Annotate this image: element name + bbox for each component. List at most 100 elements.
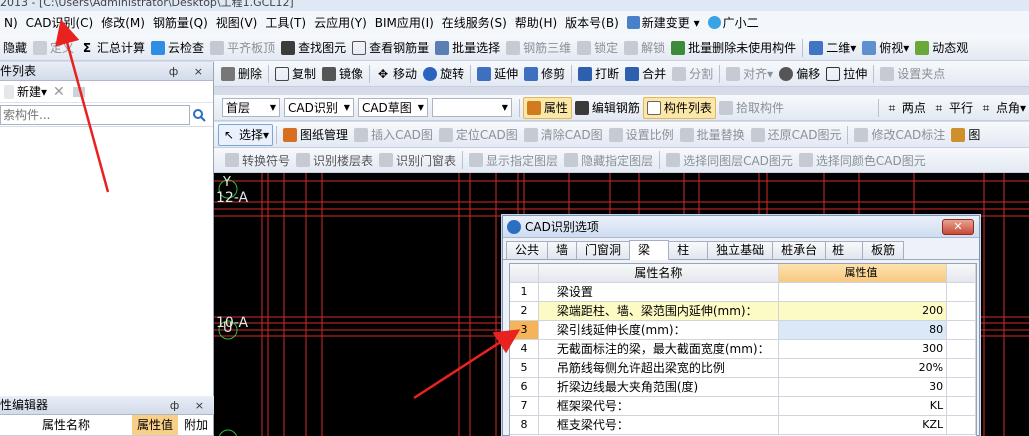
menu-item-view[interactable]: 视图(V) [212,13,262,33]
two-point-button[interactable]: ⌗ 两点 [882,97,929,119]
break-button[interactable]: 打断 [575,63,622,85]
menu-item-bim[interactable]: BIM应用(I) [371,13,438,33]
table-row[interactable]: 8 框支梁代号： KZL [510,416,976,435]
tab-pile-cap[interactable]: 桩承台 [772,241,827,259]
select-dropdown[interactable]: ↖ 选择 ▾ [218,123,274,146]
row-value[interactable]: 80 [778,321,948,339]
find-element-button[interactable]: 查找图元 [278,37,349,59]
unlock-button[interactable]: 解锁 [621,37,668,59]
menu-item-version[interactable]: 版本号(B) [561,13,623,33]
menu-item-new-change[interactable]: 新建变更 ▾ [623,13,704,33]
restore-cad-button[interactable]: 还原CAD图元 [748,124,845,146]
drawing-manage-button[interactable]: 图纸管理 [280,124,351,146]
set-grip-button[interactable]: 设置夹点 [877,63,948,85]
extend-button[interactable]: 延伸 [474,63,521,85]
recognize-floor-table-button[interactable]: 识别楼层表 [293,149,376,171]
top-view-dropdown[interactable]: 俯视 ▾ [859,37,912,59]
cloud-check-button[interactable]: 云检查 [148,37,207,59]
table-row[interactable]: 6 折梁边线最大夹角范围(度) 30 [510,378,976,397]
tab-column[interactable]: 柱 [668,241,709,259]
convert-symbol-button[interactable]: 转换符号 [222,149,293,171]
tab-beam[interactable]: 梁 [629,240,670,260]
table-row[interactable]: 2 梁端距柱、墙、梁范围内延伸(mm)： 200 [510,302,976,321]
sketch-select[interactable]: CAD草图 ▼ [357,98,428,117]
batch-replace-button[interactable]: 批量替换 [677,124,748,146]
table-row[interactable]: 3 梁引线延伸长度(mm)： 80 [510,321,976,340]
table-row[interactable]: 1 梁设置 [510,283,976,302]
table-row[interactable]: 7 框架梁代号： KL [510,397,976,416]
tab-slab-rebar[interactable]: 板筋 [862,241,905,259]
view-rebar-button[interactable]: 查看钢筋量 [349,37,432,59]
tab-wall[interactable]: 墙 [547,241,578,259]
point-angle-dropdown[interactable]: ⌗ 点角 ▾ [976,97,1029,119]
row-value[interactable]: KZL [779,416,948,434]
menu-item-modify[interactable]: 修改(M) [97,13,149,33]
menu-item-rebar-quantity[interactable]: 钢筋量(Q) [149,13,212,33]
menu-item-tools[interactable]: 工具(T) [261,13,310,33]
recognize-door-window-button[interactable]: 识别门窗表 [376,149,459,171]
row-value[interactable]: 20% [779,359,948,377]
component-list-button[interactable]: 构件列表 [642,96,716,119]
menu-item-online[interactable]: 在线服务(S) [438,13,511,33]
mirror-button[interactable]: 镜像 [319,63,366,85]
row-value[interactable]: 300 [779,340,948,358]
dynamic-view-button[interactable]: 动态观 [912,37,971,59]
edit-rebar-button[interactable]: 编辑钢筋 [572,97,643,119]
define-button[interactable]: 定义 [30,37,77,59]
set-scale-button[interactable]: 设置比例 [606,124,677,146]
close-icon[interactable]: ✕ [942,219,974,235]
row-value[interactable]: KL [779,397,948,415]
delete-button[interactable]: 删除 [218,63,265,85]
more-button[interactable]: 图 [948,124,983,146]
copy-component-icon[interactable] [72,86,85,97]
rotate-button[interactable]: 旋转 [420,63,467,85]
tab-pile[interactable]: 桩 [825,241,864,259]
tab-isolated-foundation[interactable]: 独立基础 [707,241,774,259]
tab-door-window[interactable]: 门窗洞 [576,241,631,259]
hide-button[interactable]: 隐藏 [0,37,30,59]
row-value[interactable]: 200 [778,302,948,320]
clear-cad-button[interactable]: 清除CAD图 [521,124,606,146]
rebar-3d-button[interactable]: 钢筋三维 [503,37,574,59]
panel-pin-close[interactable]: ф × [169,62,209,81]
copy-button[interactable]: 复制 [272,63,319,85]
menu-item-n[interactable]: N) [0,13,22,33]
table-row[interactable]: 4 无截面标注的梁，最大截面宽度(mm)： 300 [510,340,976,359]
split-button[interactable]: 分割 [669,63,716,85]
menu-item-help[interactable]: 帮助(H) [511,13,561,33]
trim-button[interactable]: 修剪 [521,63,568,85]
delete-component-icon[interactable]: ✕ [53,84,65,100]
level-slab-top-button[interactable]: 平齐板顶 [207,37,278,59]
menu-item-cloud[interactable]: 云应用(Y) [310,13,371,33]
move-button[interactable]: ✥ 移动 [373,63,420,85]
component-select[interactable]: ▼ [431,98,512,117]
locate-cad-button[interactable]: 定位CAD图 [436,124,521,146]
select-same-color-button[interactable]: 选择同颜色CAD图元 [796,149,929,171]
new-component-dropdown[interactable]: 新建 ▾ [4,81,47,103]
summary-calc-button[interactable]: Σ 汇总计算 [77,37,148,59]
merge-button[interactable]: 合并 [622,63,669,85]
property-editor-pin-close[interactable]: ф × [170,396,210,415]
align-dropdown[interactable]: 对齐 ▾ [723,63,776,85]
pick-component-button[interactable]: 拾取构件 [716,97,787,119]
properties-button[interactable]: 属性 [522,96,572,119]
component-search-input[interactable] [0,104,190,125]
table-row[interactable]: 5 吊筋线每侧允许超出梁宽的比例 20% [510,359,976,378]
parallel-button[interactable]: ⌗ 平行 [929,97,976,119]
stretch-button[interactable]: 拉伸 [823,63,870,85]
row-value[interactable]: 30 [779,378,948,396]
floor-select[interactable]: 首层 ▼ [222,98,280,117]
menu-item-cad-recognize[interactable]: CAD识别(C) [22,13,98,33]
menu-item-assistant[interactable]: 广小二 [704,13,763,33]
modify-cad-label-button[interactable]: 修改CAD标注 [851,124,948,146]
mode-select[interactable]: CAD识别 ▼ [283,98,354,117]
hide-layer-button[interactable]: 隐藏指定图层 [561,149,656,171]
tab-common[interactable]: 公共 [506,241,549,259]
batch-select-button[interactable]: 批量选择 [432,37,503,59]
show-layer-button[interactable]: 显示指定图层 [466,149,561,171]
batch-delete-unused-button[interactable]: 批量删除未使用构件 [668,37,799,59]
insert-cad-button[interactable]: 插入CAD图 [351,124,436,146]
view-2d-dropdown[interactable]: 二维 ▾ [806,37,859,59]
row-value[interactable] [779,283,948,301]
search-icon[interactable] [190,105,208,125]
